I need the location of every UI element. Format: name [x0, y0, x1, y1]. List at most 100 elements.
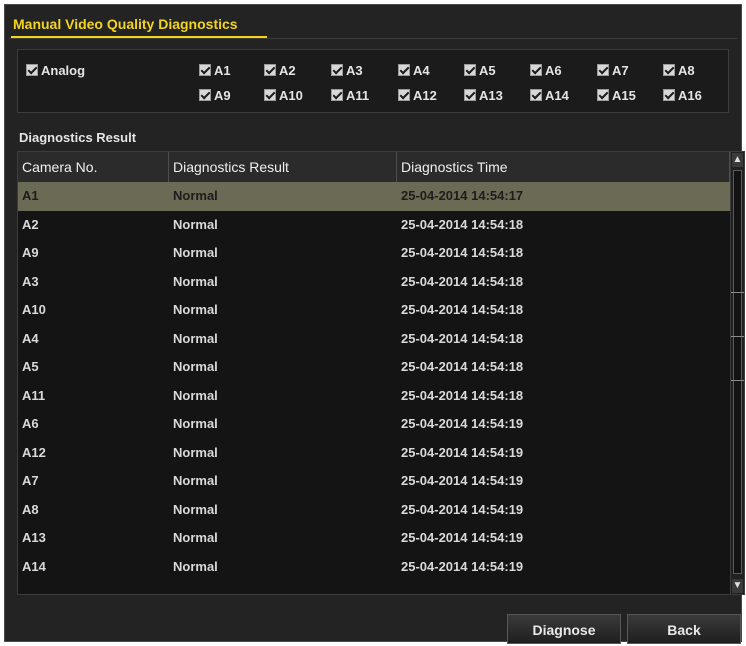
cell-camera-no: A4 — [22, 330, 39, 346]
camera-selection-panel: Analog A1 A2 A3 A4 A5 A6 A7 A8 A9 A10 A11 A12 A13 A14… — [17, 49, 729, 113]
camera-checkbox[interactable]: A3 — [331, 61, 363, 79]
table-row[interactable]: A14 Normal 25-04-2014 14:54:19 — [18, 553, 730, 582]
scrollbar-tick — [731, 336, 744, 337]
camera-checkbox[interactable]: A13 — [464, 86, 503, 104]
camera-checkbox[interactable]: A2 — [264, 61, 296, 79]
dialog-title: Manual Video Quality Diagnostics — [13, 16, 238, 32]
table-row[interactable]: A5 Normal 25-04-2014 14:54:18 — [18, 353, 730, 382]
camera-checkbox-label: A2 — [279, 62, 296, 78]
cell-time: 25-04-2014 14:54:18 — [401, 359, 524, 374]
title-divider — [9, 38, 737, 39]
table-row[interactable]: A12 Normal 25-04-2014 14:54:19 — [18, 439, 730, 468]
cell-result: Normal — [173, 273, 218, 289]
camera-checkbox[interactable]: A1 — [199, 61, 231, 79]
cell-time: 25-04-2014 14:54:19 — [401, 473, 524, 488]
camera-checkbox[interactable]: A16 — [663, 86, 702, 104]
cell-time: 25-04-2014 14:54:18 — [401, 330, 524, 346]
camera-checkbox-label: A1 — [214, 62, 231, 78]
cell-result: Normal — [173, 359, 218, 374]
checkbox-checked-icon — [26, 64, 38, 76]
checkbox-checked-icon — [530, 64, 542, 76]
scrollbar-tick — [731, 292, 744, 293]
scrollbar-tick — [731, 380, 744, 381]
camera-checkbox[interactable]: A4 — [398, 61, 430, 79]
cell-camera-no: A2 — [22, 216, 39, 232]
cell-camera-no: A6 — [22, 416, 39, 431]
table-header: Camera No. Diagnostics Result Diagnostic… — [18, 152, 730, 183]
camera-checkbox[interactable]: A9 — [199, 86, 231, 104]
camera-checkbox[interactable]: A10 — [264, 86, 303, 104]
back-button[interactable]: Back — [627, 614, 741, 644]
vertical-scrollbar[interactable]: ▲ ▼ — [730, 152, 744, 594]
camera-checkbox-label: A9 — [214, 87, 231, 103]
camera-checkbox-label: A11 — [346, 87, 370, 103]
cell-time: 25-04-2014 14:54:17 — [401, 188, 524, 203]
camera-checkbox[interactable]: A15 — [597, 86, 636, 104]
checkbox-checked-icon — [663, 64, 675, 76]
cell-result: Normal — [173, 558, 218, 574]
camera-checkbox[interactable]: A8 — [663, 61, 695, 79]
cell-camera-no: A14 — [22, 558, 46, 574]
cell-time: 25-04-2014 14:54:18 — [401, 216, 524, 232]
diagnose-button[interactable]: Diagnose — [507, 614, 621, 644]
checkbox-checked-icon — [331, 89, 343, 101]
checkbox-checked-icon — [199, 89, 211, 101]
table-row[interactable]: A3 Normal 25-04-2014 14:54:18 — [18, 268, 730, 297]
cell-time: 25-04-2014 14:54:19 — [401, 558, 524, 574]
camera-checkbox-label: A10 — [279, 87, 303, 103]
camera-checkbox[interactable]: A6 — [530, 61, 562, 79]
camera-checkbox-label: A8 — [678, 62, 695, 78]
cell-time: 25-04-2014 14:54:19 — [401, 444, 524, 460]
table-row[interactable]: A6 Normal 25-04-2014 14:54:19 — [18, 410, 730, 439]
column-header-time[interactable]: Diagnostics Time — [397, 152, 730, 182]
camera-checkbox-label: A15 — [612, 87, 636, 103]
cell-camera-no: A13 — [22, 530, 46, 545]
cell-result: Normal — [173, 416, 218, 431]
camera-checkbox[interactable]: A11 — [331, 86, 369, 104]
checkbox-checked-icon — [331, 64, 343, 76]
table-row[interactable]: A11 Normal 25-04-2014 14:54:18 — [18, 382, 730, 411]
analog-checkbox[interactable]: Analog — [26, 61, 85, 79]
cell-result: Normal — [173, 245, 218, 260]
checkbox-checked-icon — [398, 64, 410, 76]
cell-time: 25-04-2014 14:54:18 — [401, 302, 524, 317]
table-row[interactable]: A1 Normal 25-04-2014 14:54:17 — [18, 182, 730, 211]
camera-checkbox[interactable]: A14 — [530, 86, 569, 104]
camera-checkbox-label: A12 — [413, 87, 437, 103]
cell-result: Normal — [173, 501, 218, 517]
cell-result: Normal — [173, 330, 218, 346]
results-table: Camera No. Diagnostics Result Diagnostic… — [17, 151, 745, 595]
camera-checkbox-label: A14 — [545, 87, 569, 103]
chevron-up-icon[interactable]: ▲ — [732, 153, 743, 167]
checkbox-checked-icon — [530, 89, 542, 101]
chevron-down-icon[interactable]: ▼ — [732, 579, 743, 593]
cell-time: 25-04-2014 14:54:19 — [401, 530, 524, 545]
table-row[interactable]: A2 Normal 25-04-2014 14:54:18 — [18, 211, 730, 240]
camera-checkbox[interactable]: A5 — [464, 61, 496, 79]
analog-label: Analog — [41, 62, 86, 78]
checkbox-checked-icon — [464, 64, 476, 76]
cell-camera-no: A11 — [22, 387, 46, 403]
table-row[interactable]: A4 Normal 25-04-2014 14:54:18 — [18, 325, 730, 354]
camera-checkbox[interactable]: A12 — [398, 86, 437, 104]
camera-checkbox[interactable]: A7 — [597, 61, 629, 79]
checkbox-checked-icon — [663, 89, 675, 101]
camera-checkbox-label: A3 — [346, 62, 363, 78]
table-row[interactable]: A7 Normal 25-04-2014 14:54:19 — [18, 467, 730, 496]
column-header-camera[interactable]: Camera No. — [18, 152, 169, 182]
table-row[interactable]: A13 Normal 25-04-2014 14:54:19 — [18, 524, 730, 553]
cell-time: 25-04-2014 14:54:19 — [401, 416, 524, 431]
table-row[interactable]: A10 Normal 25-04-2014 14:54:18 — [18, 296, 730, 325]
cell-time: 25-04-2014 14:54:18 — [401, 387, 524, 403]
checkbox-checked-icon — [264, 64, 276, 76]
cell-time: 25-04-2014 14:54:18 — [401, 245, 524, 260]
cell-time: 25-04-2014 14:54:19 — [401, 501, 524, 517]
table-row[interactable]: A8 Normal 25-04-2014 14:54:19 — [18, 496, 730, 525]
camera-checkbox-label: A13 — [479, 87, 503, 103]
table-row[interactable]: A9 Normal 25-04-2014 14:54:18 — [18, 239, 730, 268]
cell-result: Normal — [173, 473, 218, 488]
checkbox-checked-icon — [597, 64, 609, 76]
scrollbar-thumb[interactable] — [733, 170, 742, 574]
column-header-result[interactable]: Diagnostics Result — [169, 152, 397, 182]
camera-checkbox-label: A16 — [678, 87, 702, 103]
